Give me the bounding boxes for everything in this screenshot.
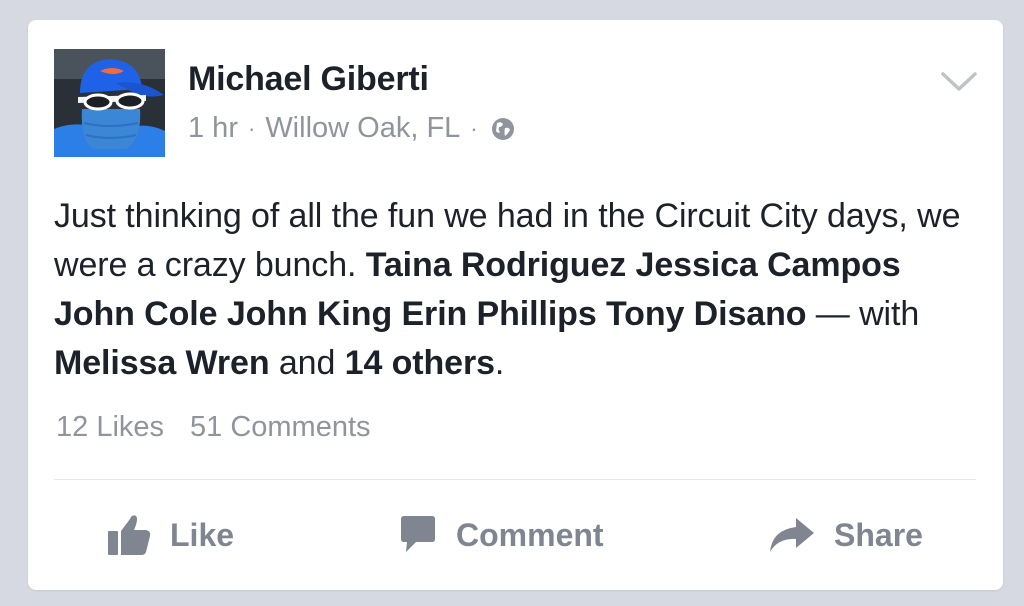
and-label: and (278, 344, 336, 382)
speech-bubble-icon (401, 516, 435, 552)
divider (54, 479, 976, 480)
tagged-person[interactable]: Tony Disano (606, 295, 807, 333)
with-person[interactable]: Melissa Wren (54, 344, 270, 382)
meta-separator: · (470, 115, 478, 141)
globe-icon[interactable] (490, 116, 516, 142)
tagged-person[interactable]: Erin Phillips (401, 295, 596, 333)
meta-separator: · (247, 115, 256, 141)
chevron-down-icon[interactable] (940, 70, 978, 94)
share-arrow-icon (770, 518, 814, 552)
post-location[interactable]: Willow Oak, FL (265, 112, 460, 145)
tagged-person[interactable]: Jessica Campos (636, 246, 901, 284)
like-label: Like (170, 516, 235, 553)
tagged-person[interactable]: John King (227, 295, 392, 333)
comment-label: Comment (456, 516, 604, 553)
post-stats: 12 Likes 51 Comments (56, 411, 371, 444)
share-label: Share (834, 516, 923, 553)
avatar[interactable] (54, 49, 165, 157)
others-link[interactable]: 14 others (345, 344, 495, 382)
tagged-person[interactable]: John Cole (54, 295, 218, 333)
share-button[interactable]: Share (768, 510, 923, 560)
post-time[interactable]: 1 hr (188, 112, 238, 145)
post-message: Just thinking of all the fun we had in t… (54, 192, 974, 388)
end-period: . (494, 344, 505, 382)
tagged-person[interactable]: Taina Rodriguez (366, 246, 627, 284)
post-card: Michael Giberti 1 hr · Willow Oak, FL · … (28, 20, 1003, 590)
comment-button[interactable]: Comment (398, 510, 604, 560)
comments-count[interactable]: 51 Comments (190, 411, 371, 444)
with-label: with (859, 295, 920, 333)
thumbs-up-icon (108, 515, 151, 555)
post-meta: 1 hr · Willow Oak, FL · (188, 112, 516, 145)
with-dash: — (815, 295, 850, 333)
action-bar: Like Comment Share (28, 510, 1003, 560)
author-name[interactable]: Michael Giberti (188, 60, 429, 99)
likes-count[interactable]: 12 Likes (56, 411, 164, 444)
like-button[interactable]: Like (106, 510, 234, 560)
